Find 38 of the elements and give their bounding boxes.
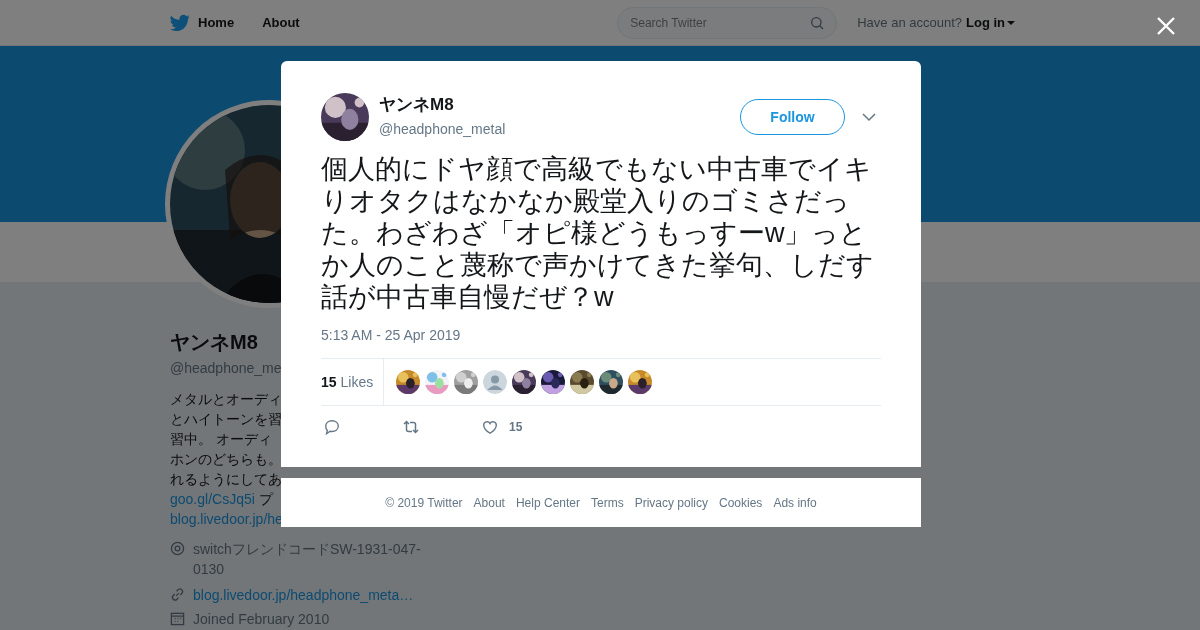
nav-link[interactable]: About <box>262 12 300 33</box>
tweet-timestamp: 5:13 AM - 25 Apr 2019 <box>321 326 462 345</box>
reply-icon[interactable] <box>323 418 341 436</box>
footer-link[interactable]: Cookies <box>719 493 763 512</box>
search-icon[interactable] <box>809 14 826 31</box>
author-name: ヤンネM8 <box>379 95 455 115</box>
search-field[interactable]: Search Twitter <box>617 6 838 39</box>
copyright-text: © 2019 Twitter <box>385 494 463 512</box>
retweet-icon[interactable] <box>401 417 421 437</box>
link-icon <box>170 587 185 602</box>
profile-location: switchフレンドコードSW-1931-047-0130 <box>193 540 422 579</box>
close-icon <box>1156 16 1176 36</box>
author-handle: @headphone_metal <box>379 120 507 139</box>
nav-link[interactable]: Home <box>198 12 235 33</box>
heart-icon <box>481 418 499 436</box>
bio-text: ホンのどちらも。 <box>170 450 282 469</box>
footer-link[interactable]: Terms <box>591 493 624 512</box>
like-button[interactable]: 15 <box>481 418 523 436</box>
profile-joined: Joined February 2010 <box>193 610 330 629</box>
bio-text: メタルとオーディ <box>170 390 282 409</box>
login-link[interactable]: Log in <box>966 12 1015 33</box>
footer-link[interactable]: Privacy policy <box>634 493 708 512</box>
tweet-text: 個人的にドヤ顔で高級でもない中古車でイキりオタクはなかなか殿堂入りのゴミさだった。わざわざ「オピ様どうもっすーw」っとか人のこと蔑称で声かけてきた挙句、しだす話が中古車自慢だぜ？w <box>321 153 875 313</box>
footer-link[interactable]: About <box>473 493 505 512</box>
calendar-icon <box>170 611 185 626</box>
caret-icon <box>1007 18 1015 27</box>
bio-text: 習中。 オーディ <box>170 430 272 449</box>
profile-name: ヤンネM8 <box>170 330 258 354</box>
footer-link[interactable]: Ads info <box>773 493 817 512</box>
bio-text: とハイトーンを習 <box>170 410 282 429</box>
footer-link[interactable]: Help Center <box>515 493 580 512</box>
default-avatar-icon <box>483 370 508 394</box>
account-prompt: Have an account? <box>857 13 962 32</box>
likes-count[interactable]: 15 Likes <box>321 359 385 405</box>
bio-text: プ <box>258 490 273 509</box>
profile-handle: @headphone_me <box>170 359 282 378</box>
bio-text: れるようにしてあ <box>170 470 282 489</box>
location-pin-icon <box>170 541 185 556</box>
